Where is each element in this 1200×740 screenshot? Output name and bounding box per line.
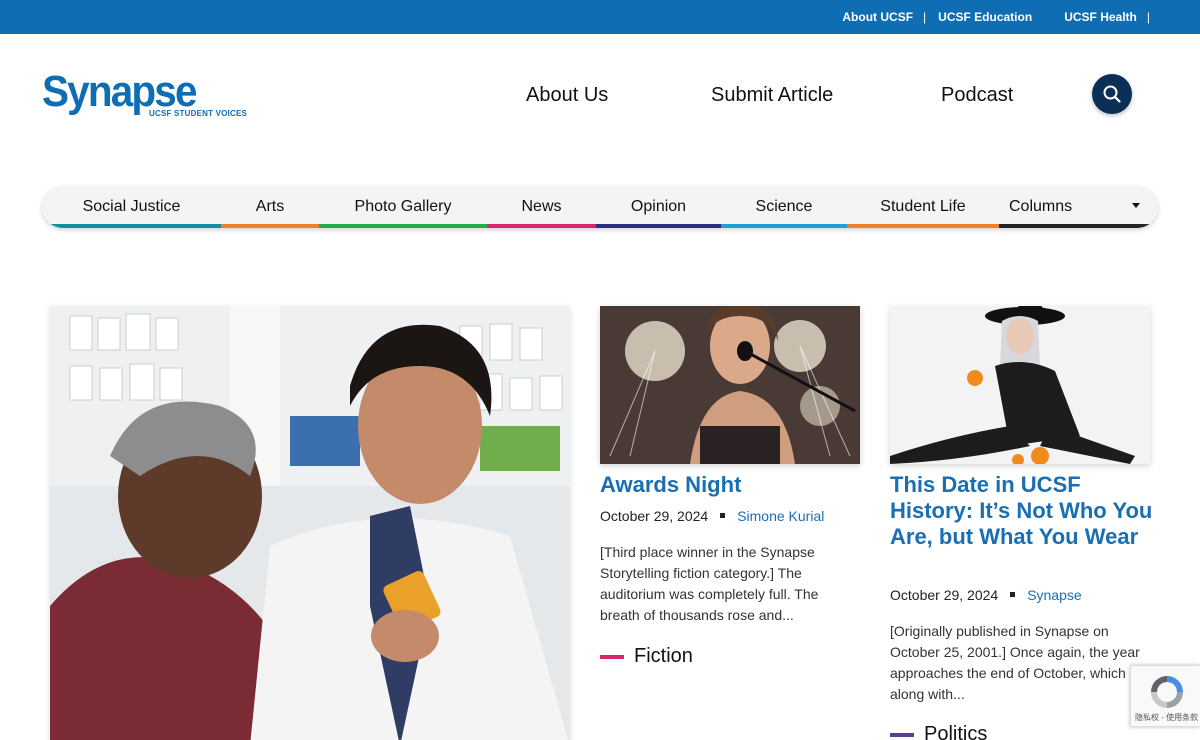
- article-date: October 29, 2024: [890, 587, 999, 603]
- witch-costume-photo: [890, 306, 1150, 464]
- ucsf-health-link[interactable]: UCSF Health: [1064, 10, 1137, 24]
- category-arts[interactable]: Arts: [221, 186, 319, 228]
- category-social-justice[interactable]: Social Justice: [42, 186, 221, 228]
- recaptcha-icon: [1151, 676, 1183, 708]
- category-underline: [319, 224, 487, 228]
- tag-color-bar: [600, 654, 624, 659]
- category-opinion[interactable]: Opinion: [596, 186, 721, 228]
- chevron-down-icon: [1132, 203, 1140, 208]
- article-author-link[interactable]: Simone Kurial: [737, 508, 824, 524]
- article-image-ucsf-history[interactable]: [890, 306, 1150, 464]
- article-meta: October 29, 2024 Simone Kurial: [600, 508, 824, 524]
- main-nav: About Us Submit Article Podcast: [0, 84, 1200, 110]
- article-title[interactable]: This Date in UCSF History: It’s Not Who …: [890, 472, 1155, 550]
- article-excerpt: [Third place winner in the Synapse Story…: [600, 544, 819, 623]
- article-image-awards-night[interactable]: [600, 306, 860, 464]
- article-category-tag[interactable]: Fiction: [600, 645, 693, 668]
- category-underline: [721, 224, 847, 228]
- category-student-life[interactable]: Student Life: [847, 186, 999, 228]
- nav-submit-article[interactable]: Submit Article: [711, 84, 833, 107]
- category-label: Science: [755, 198, 813, 215]
- category-bar: Social Justice Arts Photo Gallery News O…: [42, 186, 1158, 228]
- meta-dot: [720, 513, 726, 518]
- category-news[interactable]: News: [487, 186, 596, 228]
- category-science[interactable]: Science: [721, 186, 847, 228]
- about-ucsf-link[interactable]: About UCSF: [842, 10, 913, 24]
- feature-article-image[interactable]: [50, 306, 570, 740]
- awards-night-photo: [600, 306, 860, 464]
- utility-links: About UCSF | UCSF Education UCSF Health …: [842, 0, 1150, 34]
- separator: |: [1146, 10, 1150, 24]
- category-label: Social Justice: [82, 198, 181, 215]
- search-button[interactable]: [1092, 74, 1132, 114]
- article-date: October 29, 2024: [600, 508, 709, 524]
- article-title[interactable]: Awards Night: [600, 472, 860, 498]
- article-author-link[interactable]: Synapse: [1027, 587, 1081, 603]
- top-utility-bar: About UCSF | UCSF Education UCSF Health …: [0, 0, 1200, 34]
- separator: |: [923, 10, 927, 24]
- category-label: Photo Gallery: [354, 198, 452, 215]
- category-underline: [221, 224, 319, 228]
- meta-dot: [1010, 592, 1016, 597]
- article-category-tag[interactable]: Politics: [890, 723, 987, 740]
- category-columns-dropdown[interactable]: Columns: [999, 186, 1158, 228]
- category-photo-gallery[interactable]: Photo Gallery: [319, 186, 487, 228]
- category-underline: [487, 224, 596, 228]
- search-icon: [1103, 85, 1121, 103]
- category-label: Student Life: [880, 198, 966, 215]
- recaptcha-links[interactable]: 隐私权 - 使用条款: [1135, 712, 1198, 723]
- category-label: Arts: [255, 198, 285, 215]
- tag-label: Politics: [924, 723, 988, 740]
- category-underline: [596, 224, 721, 228]
- tag-label: Fiction: [634, 645, 693, 667]
- tag-color-bar: [890, 732, 914, 737]
- nav-podcast[interactable]: Podcast: [941, 84, 1013, 107]
- ucsf-education-link[interactable]: UCSF Education: [938, 10, 1032, 24]
- recaptcha-badge[interactable]: 隐私权 - 使用条款: [1130, 665, 1200, 727]
- category-underline: [999, 224, 1158, 228]
- nav-about-us[interactable]: About Us: [526, 84, 608, 107]
- category-label: News: [521, 198, 562, 215]
- category-label: Columns: [1009, 198, 1073, 215]
- article-excerpt: [Originally published in Synapse on Octo…: [890, 623, 1140, 702]
- article-meta: October 29, 2024 Synapse: [890, 587, 1082, 603]
- category-label: Opinion: [630, 198, 687, 215]
- category-underline: [847, 224, 999, 228]
- category-underline: [42, 224, 221, 228]
- pharmacist-photo: [50, 306, 570, 740]
- logo-tagline: UCSF STUDENT VOICES: [149, 109, 248, 118]
